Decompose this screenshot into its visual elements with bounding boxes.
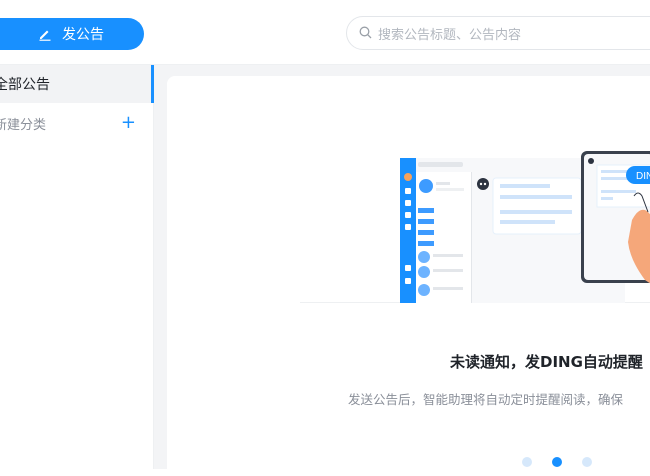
plus-icon[interactable]: + (121, 114, 136, 132)
onboarding-illustration: DING (300, 150, 650, 305)
onboarding-title: 未读通知，发DING自动提醒 (450, 353, 643, 371)
carousel-pagination (522, 457, 592, 467)
sidebar-item-label: 新建分类 (0, 117, 47, 133)
carousel-dot-2[interactable] (552, 457, 562, 467)
top-toolbar: 发公告 搜索公告标题、公告内容 (0, 0, 650, 65)
ding-badge-text: DING (636, 171, 650, 182)
sidebar-item-label: 全部公告 (0, 77, 50, 93)
search-placeholder: 搜索公告标题、公告内容 (378, 27, 522, 43)
carousel-dot-3[interactable] (582, 457, 592, 467)
onboarding-description: 发送公告后，智能助理将自动定时提醒阅读，确保 (348, 392, 624, 407)
search-input[interactable]: 搜索公告标题、公告内容 (346, 16, 650, 50)
post-announcement-label: 发公告 (62, 27, 104, 43)
sidebar-item-all-announcements[interactable]: 全部公告 (0, 65, 154, 103)
sidebar-item-new-category[interactable]: 新建分类 + (0, 109, 144, 137)
category-sidebar: 全部公告 新建分类 + (0, 65, 154, 469)
carousel-dot-1[interactable] (522, 457, 532, 467)
edit-pencil-icon (38, 27, 52, 41)
post-announcement-button[interactable]: 发公告 (0, 18, 144, 50)
search-icon (359, 24, 372, 43)
